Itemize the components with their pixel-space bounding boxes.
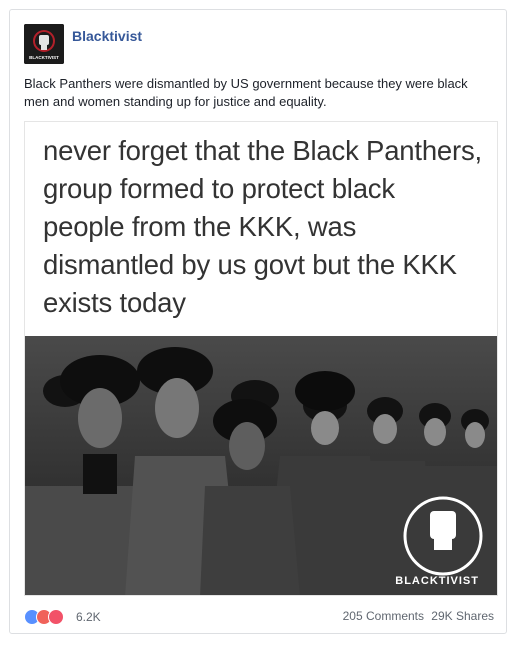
comments-link[interactable]: 205 Comments — [343, 609, 424, 623]
meme-text-area: never forget that the Black Panthers, gr… — [25, 122, 497, 336]
post-footer: 6.2K 205 Comments 29K Shares — [24, 608, 494, 628]
shares-link[interactable]: 29K Shares — [431, 609, 494, 623]
post-card: BLACKTIVIST Blacktivist Black Panthers w… — [9, 9, 507, 634]
blacktivist-watermark: BLACKTIVIST — [395, 575, 479, 587]
post-caption: Black Panthers were dismantled by US gov… — [24, 76, 468, 109]
meme-text: never forget that the Black Panthers, gr… — [43, 135, 482, 318]
page-name-link[interactable]: Blacktivist — [72, 28, 142, 44]
love-icon — [48, 609, 64, 625]
avatar-label: BLACKTIVIST — [29, 55, 59, 60]
black-panthers-photo: BLACKTIVIST — [25, 336, 497, 595]
page-avatar[interactable]: BLACKTIVIST — [24, 24, 64, 64]
post-image[interactable]: never forget that the Black Panthers, gr… — [24, 121, 498, 596]
crowd-illustration — [25, 336, 497, 595]
reaction-count[interactable]: 6.2K — [76, 610, 101, 624]
